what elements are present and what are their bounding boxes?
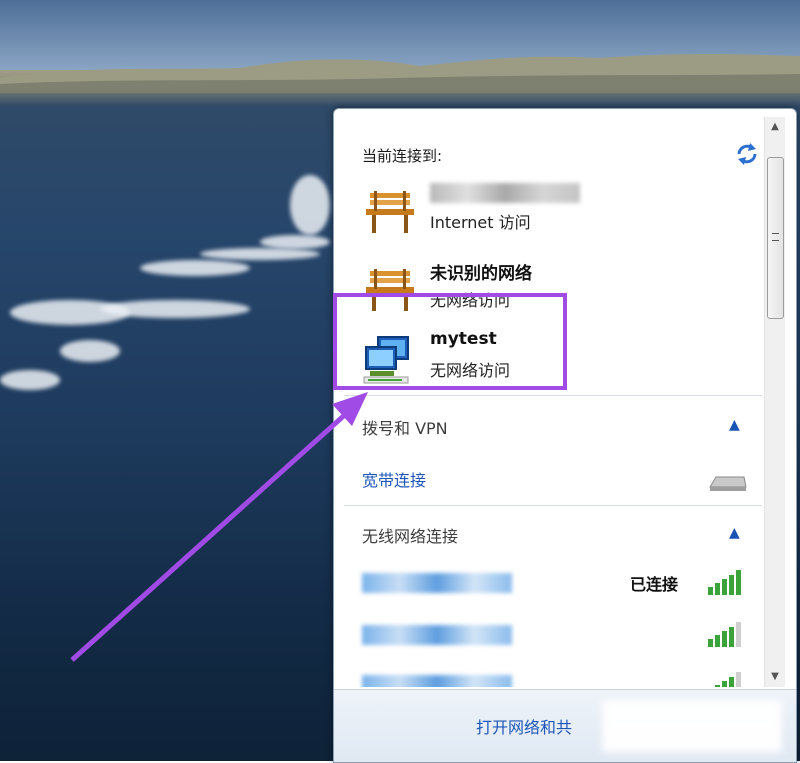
wifi-signal-icon xyxy=(708,570,741,595)
wifi-network-item[interactable] xyxy=(344,667,762,687)
wifi-network-item[interactable] xyxy=(344,617,762,657)
network-name: 未识别的网络 xyxy=(430,264,532,284)
wifi-name-blurred xyxy=(362,625,512,645)
modem-icon xyxy=(709,476,747,491)
bench-network-icon xyxy=(366,191,414,233)
highlight-box xyxy=(333,293,567,390)
network-flyout: 当前连接到: Internet 访问 未识别的网络 无网络访问 mytest 无… xyxy=(333,108,797,763)
divider xyxy=(344,505,762,506)
chevron-up-icon[interactable]: ▲ xyxy=(729,417,740,433)
open-network-sharing-center-link[interactable]: 打开网络和共 xyxy=(476,714,572,738)
scroll-up-arrow-icon[interactable]: ▲ xyxy=(765,117,785,137)
divider xyxy=(344,395,762,396)
wifi-signal-icon xyxy=(715,672,741,687)
scrollbar-thumb[interactable] xyxy=(767,157,784,319)
watermark-blur xyxy=(602,700,782,752)
grip-icon xyxy=(772,233,779,241)
chevron-up-icon[interactable]: ▲ xyxy=(729,525,740,541)
dialup-section-title: 拨号和 VPN xyxy=(362,419,448,438)
scroll-down-arrow-icon[interactable]: ▼ xyxy=(765,667,785,687)
wifi-status: 已连接 xyxy=(630,575,679,594)
wifi-name-blurred xyxy=(362,573,512,593)
wireless-section-title: 无线网络连接 xyxy=(362,527,459,546)
scrollbar[interactable]: ▲ ▼ xyxy=(764,117,785,687)
network-list: 当前连接到: Internet 访问 未识别的网络 无网络访问 mytest 无… xyxy=(344,117,762,687)
broadband-connection-link[interactable]: 宽带连接 xyxy=(362,467,426,491)
network-status: Internet 访问 xyxy=(430,213,531,232)
network-item-1[interactable]: Internet 访问 xyxy=(344,179,762,249)
network-name-blurred xyxy=(430,181,580,208)
wallpaper-dunes xyxy=(0,54,800,93)
wifi-name-blurred xyxy=(362,675,512,687)
flyout-footer: 打开网络和共 xyxy=(334,689,796,762)
wifi-signal-icon xyxy=(708,622,741,647)
refresh-icon[interactable] xyxy=(734,141,760,167)
connected-header: 当前连接到: xyxy=(362,147,443,165)
wifi-network-item[interactable]: 已连接 xyxy=(344,565,762,605)
